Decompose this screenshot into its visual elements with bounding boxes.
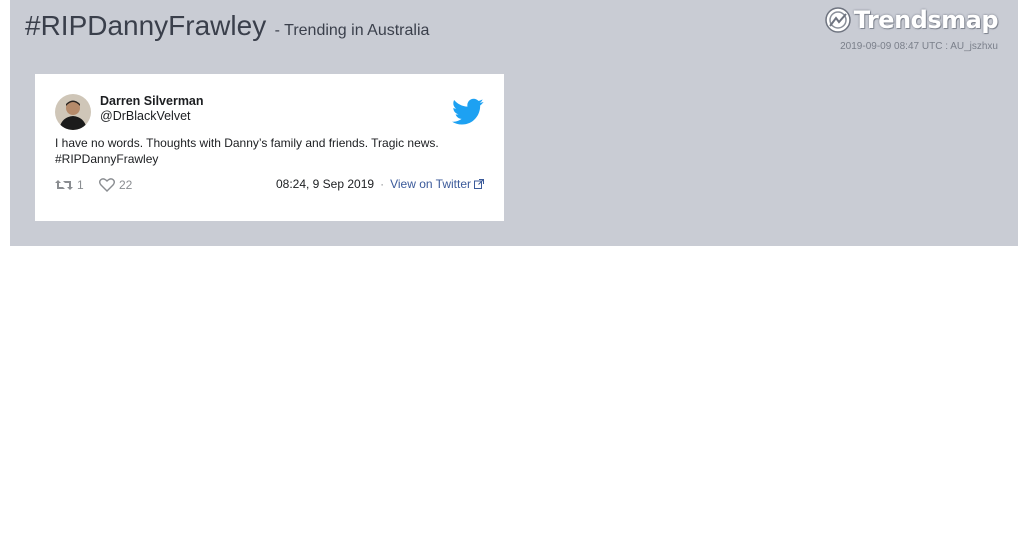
tweet-body: I have no words. Thoughts with Danny’s f… <box>55 136 439 150</box>
heart-icon <box>99 178 115 192</box>
trend-panel: #RIPDannyFrawley - Trending in Australia… <box>10 0 1018 246</box>
trend-title: #RIPDannyFrawley - Trending in Australia <box>25 10 429 42</box>
external-link-icon <box>474 179 484 189</box>
trend-hashtag[interactable]: #RIPDannyFrawley <box>25 10 266 41</box>
trend-subtitle: - Trending in Australia <box>274 22 430 39</box>
twitter-bird-icon[interactable] <box>452 98 484 126</box>
avatar[interactable] <box>55 94 91 130</box>
like-button[interactable]: 22 <box>99 178 132 192</box>
tweet-footer: 08:24, 9 Sep 2019 · View on Twitter <box>276 177 484 191</box>
footer-separator: · <box>380 177 385 191</box>
author-name[interactable]: Darren Silverman <box>100 94 204 108</box>
retweet-button[interactable]: 1 <box>55 178 84 192</box>
tweet-text: I have no words. Thoughts with Danny’s f… <box>55 135 485 167</box>
retweet-icon <box>55 180 73 190</box>
tweet-timestamp[interactable]: 08:24, 9 Sep 2019 <box>276 177 374 191</box>
trendsmap-brand[interactable]: Trendsmap <box>824 6 999 34</box>
view-on-twitter-link[interactable]: View on Twitter <box>390 177 484 191</box>
view-on-twitter-label: View on Twitter <box>390 177 471 191</box>
trendsmap-logo-icon <box>824 7 851 33</box>
like-count: 22 <box>119 178 133 192</box>
trend-meta: 2019-09-09 08:47 UTC : AU_jszhxu <box>840 41 998 52</box>
tweet-card: Darren Silverman @DrBlackVelvet I have n… <box>35 74 504 221</box>
brand-name: Trendsmap <box>853 6 999 34</box>
tweet-hashtag[interactable]: #RIPDannyFrawley <box>55 151 485 167</box>
author-handle[interactable]: @DrBlackVelvet <box>100 109 191 123</box>
retweet-count: 1 <box>77 178 84 192</box>
